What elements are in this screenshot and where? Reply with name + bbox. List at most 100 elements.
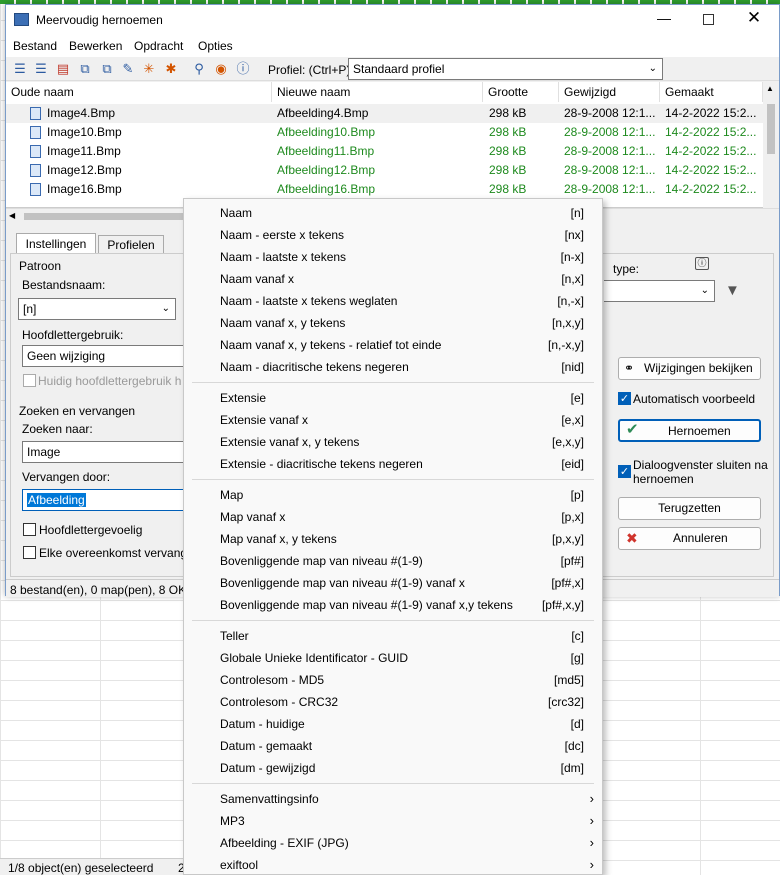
- cell-modified: 28-9-2008 12:1...: [564, 182, 656, 196]
- minimize-icon[interactable]: —: [654, 10, 674, 30]
- menu-item-label: Naam vanaf x: [220, 272, 295, 286]
- scroll-left-icon[interactable]: ◀: [9, 211, 15, 220]
- context-menu-item[interactable]: Samenvattingsinfo ›: [184, 788, 602, 810]
- edit-icon[interactable]: ✎: [120, 61, 136, 77]
- case-sensitive-label: Hoofdlettergevoelig: [39, 523, 143, 537]
- table-row[interactable]: Image16.Bmp Afbeelding16.Bmp 298 kB 28-9-20…: [6, 180, 763, 199]
- preview-eye-icon[interactable]: ◉: [213, 61, 229, 77]
- column-header-created[interactable]: Gemaakt: [660, 82, 763, 102]
- table-row[interactable]: Image10.Bmp Afbeelding10.Bmp 298 kB 28-9-20…: [6, 123, 763, 142]
- tab-profiles[interactable]: Profielen: [98, 235, 164, 253]
- delete-list-icon[interactable]: ▤: [55, 61, 71, 77]
- menu-file[interactable]: Bestand: [13, 39, 57, 53]
- context-menu-item[interactable]: Datum - gemaakt [dc]: [184, 735, 602, 757]
- context-menu-item[interactable]: Datum - gewijzigd [dm]: [184, 757, 602, 779]
- context-menu-item[interactable]: Bovenliggende map van niveau #(1-9) [pf#]: [184, 550, 602, 572]
- copy-icon[interactable]: ⧉: [77, 61, 93, 77]
- table-row[interactable]: Image11.Bmp Afbeelding11.Bmp 298 kB 28-9-20…: [6, 142, 763, 161]
- type-select[interactable]: ⌄: [604, 280, 715, 302]
- context-menu-item[interactable]: Globale Unieke Identificator - GUID [g]: [184, 647, 602, 669]
- cell-modified: 28-9-2008 12:1...: [564, 125, 656, 139]
- window-title: Meervoudig hernoemen: [36, 13, 163, 27]
- menu-item-label: Bovenliggende map van niveau #(1-9): [220, 554, 423, 568]
- maximize-icon[interactable]: [703, 14, 714, 25]
- context-menu-item[interactable]: Datum - huidige [d]: [184, 713, 602, 735]
- context-menu-item[interactable]: Extensie - diacritische tekens negeren [e…: [184, 453, 602, 475]
- cell-created: 14-2-2022 15:2...: [665, 163, 757, 177]
- reset-button[interactable]: Terugzetten: [618, 497, 761, 520]
- context-menu-item[interactable]: Teller [c]: [184, 625, 602, 647]
- info-bubble-icon: ⓘ: [695, 257, 709, 270]
- context-menu-item[interactable]: Naam - laatste x tekens [n-x]: [184, 246, 602, 268]
- scroll-thumb[interactable]: [767, 104, 775, 154]
- list-view-icon[interactable]: ☰: [12, 61, 28, 77]
- cell-size: 298 kB: [489, 106, 527, 120]
- table-row[interactable]: Image12.Bmp Afbeelding12.Bmp 298 kB 28-9-20…: [6, 161, 763, 180]
- profile-value: Standaard profiel: [353, 62, 445, 76]
- column-header-size[interactable]: Grootte: [483, 82, 559, 102]
- context-menu-item[interactable]: Extensie vanaf x [e,x]: [184, 409, 602, 431]
- scroll-up-icon[interactable]: ▲: [766, 84, 774, 93]
- case-label: Hoofdlettergebruik:: [22, 328, 124, 342]
- context-menu-item[interactable]: Controlesom - MD5 [md5]: [184, 669, 602, 691]
- chevron-right-icon: ›: [589, 813, 594, 828]
- each-match-checkbox[interactable]: [23, 546, 36, 559]
- context-menu-item[interactable]: Map vanaf x [p,x]: [184, 506, 602, 528]
- move-icon[interactable]: ⧉: [99, 61, 115, 77]
- hscroll-thumb[interactable]: [24, 213, 184, 220]
- filter-icon[interactable]: ✱: [163, 61, 179, 77]
- chevron-right-icon: ›: [589, 857, 594, 872]
- context-menu-item[interactable]: Map vanaf x, y tekens [p,x,y]: [184, 528, 602, 550]
- table-row[interactable]: Image4.Bmp Afbeelding4.Bmp 298 kB 28-9-2008…: [6, 104, 763, 123]
- context-menu-item[interactable]: MP3 ›: [184, 810, 602, 832]
- menu-item-code: [pf#]: [560, 554, 584, 568]
- menu-item-label: Teller: [220, 629, 249, 643]
- rename-button[interactable]: ✔ Hernoemen: [618, 419, 761, 442]
- column-header-new-name[interactable]: Nieuwe naam: [272, 82, 483, 102]
- info-icon[interactable]: ⓘ: [235, 61, 251, 77]
- list-detail-icon[interactable]: ☰: [33, 61, 49, 77]
- column-header-modified[interactable]: Gewijzigd: [559, 82, 660, 102]
- view-changes-button[interactable]: ⚭ Wijzigingen bekijken: [618, 357, 761, 380]
- case-sensitive-checkbox[interactable]: [23, 523, 36, 536]
- filename-select[interactable]: [n] ⌄: [18, 298, 176, 320]
- menu-edit[interactable]: Bewerken: [69, 39, 122, 53]
- cell-created: 14-2-2022 15:2...: [665, 182, 757, 196]
- context-menu-item[interactable]: Afbeelding - EXIF (JPG) ›: [184, 832, 602, 854]
- context-menu-item[interactable]: Naam - diacritische tekens negeren [nid]: [184, 356, 602, 378]
- menu-item-label: Naam - diacritische tekens negeren: [220, 360, 409, 374]
- context-menu-item[interactable]: Naam vanaf x [n,x]: [184, 268, 602, 290]
- context-menu-item[interactable]: Map [p]: [184, 484, 602, 506]
- context-menu-item[interactable]: Naam vanaf x, y tekens - relatief tot ei…: [184, 334, 602, 356]
- menu-command[interactable]: Opdracht: [134, 39, 183, 53]
- list-vertical-scrollbar[interactable]: ▲: [763, 82, 779, 208]
- settings-icon[interactable]: ✳: [141, 61, 157, 77]
- context-menu-item[interactable]: Naam [n]: [184, 202, 602, 224]
- find-input[interactable]: Image: [22, 441, 187, 463]
- context-menu-item[interactable]: Extensie vanaf x, y tekens [e,x,y]: [184, 431, 602, 453]
- menu-item-code: [p,x]: [561, 510, 584, 524]
- cell-created: 14-2-2022 15:2...: [665, 144, 757, 158]
- auto-preview-checkbox[interactable]: ✓: [618, 392, 631, 405]
- keep-case-checkbox[interactable]: [23, 374, 36, 387]
- close-dialog-checkbox[interactable]: ✓: [618, 465, 631, 478]
- context-menu-item[interactable]: Bovenliggende map van niveau #(1-9) vana…: [184, 572, 602, 594]
- context-menu-item[interactable]: Naam - eerste x tekens [nx]: [184, 224, 602, 246]
- context-menu-item[interactable]: Controlesom - CRC32 [crc32]: [184, 691, 602, 713]
- case-select[interactable]: Geen wijziging: [22, 345, 187, 367]
- profile-select[interactable]: Standaard profiel ⌄: [348, 58, 663, 80]
- filter-funnel-icon[interactable]: ▼: [725, 282, 740, 299]
- cancel-button[interactable]: ✖ Annuleren: [618, 527, 761, 550]
- context-menu-item[interactable]: Extensie [e]: [184, 387, 602, 409]
- menu-options[interactable]: Opties: [198, 39, 233, 53]
- replace-input[interactable]: Afbeelding: [22, 489, 187, 511]
- context-menu-item[interactable]: Naam vanaf x, y tekens [n,x,y]: [184, 312, 602, 334]
- search-icon[interactable]: ⚲: [191, 61, 207, 77]
- tab-settings[interactable]: Instellingen: [16, 233, 96, 253]
- close-icon[interactable]: ✕: [744, 8, 764, 30]
- context-menu-item[interactable]: Bovenliggende map van niveau #(1-9) vana…: [184, 594, 602, 616]
- cell-size: 298 kB: [489, 163, 527, 177]
- column-header-old-name[interactable]: Oude naam: [6, 82, 272, 102]
- context-menu-item[interactable]: Naam - laatste x tekens weglaten [n,-x]: [184, 290, 602, 312]
- context-menu-item[interactable]: exiftool ›: [184, 854, 602, 875]
